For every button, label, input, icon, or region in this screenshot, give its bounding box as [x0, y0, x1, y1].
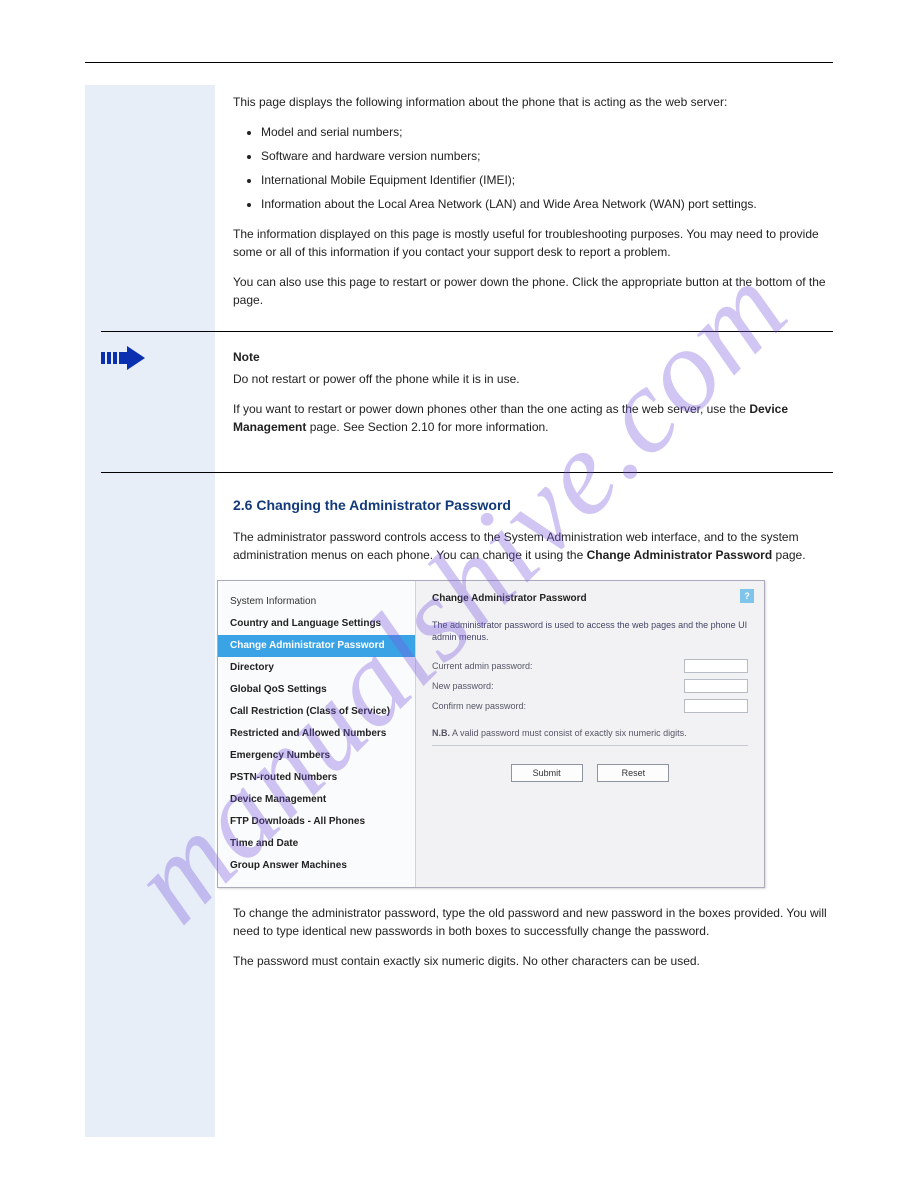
sidebar-item-ftp-downloads[interactable]: FTP Downloads - All Phones: [218, 811, 415, 833]
current-password-label: Current admin password:: [432, 660, 684, 674]
section-paragraph-3: The password must contain exactly six nu…: [233, 952, 833, 970]
field-row-current: Current admin password:: [432, 659, 748, 673]
intro-paragraph-1: This page displays the following informa…: [233, 93, 833, 111]
section-heading: 2.6 Changing the Administrator Password: [233, 495, 833, 516]
sidebar-item-device-management[interactable]: Device Management: [218, 789, 415, 811]
submit-button[interactable]: Submit: [511, 764, 583, 782]
sidebar-item-system-information[interactable]: System Information: [218, 591, 415, 613]
note-text-1: Do not restart or power off the phone wh…: [233, 370, 833, 388]
sidebar-item-restricted-allowed[interactable]: Restricted and Allowed Numbers: [218, 723, 415, 745]
intro-paragraph-2: The information displayed on this page i…: [233, 225, 833, 261]
panel-divider: [432, 745, 748, 746]
new-password-label: New password:: [432, 680, 684, 694]
intro-bullet: Information about the Local Area Network…: [261, 195, 833, 213]
note-arrow-icon: [101, 344, 151, 374]
reset-button[interactable]: Reset: [597, 764, 669, 782]
panel-button-row: Submit Reset: [432, 764, 748, 782]
field-row-new: New password:: [432, 679, 748, 693]
section-p1-emph: Change Administrator Password: [587, 548, 773, 562]
embedded-ui-figure: System Information Country and Language …: [217, 580, 765, 888]
field-row-confirm: Confirm new password:: [432, 699, 748, 713]
sidebar-item-change-admin-password[interactable]: Change Administrator Password: [218, 635, 415, 657]
sidebar-item-call-restriction[interactable]: Call Restriction (Class of Service): [218, 701, 415, 723]
current-password-input[interactable]: [684, 659, 748, 673]
confirm-password-input[interactable]: [684, 699, 748, 713]
sidebar-item-directory[interactable]: Directory: [218, 657, 415, 679]
note-block: Note Do not restart or power off the pho…: [101, 331, 833, 473]
sidebar-item-global-qos[interactable]: Global QoS Settings: [218, 679, 415, 701]
main-content: This page displays the following informa…: [215, 85, 833, 982]
note-text-2: If you want to restart or power down pho…: [233, 400, 833, 436]
panel-description: The administrator password is used to ac…: [432, 620, 748, 643]
section-p1-b: page.: [776, 548, 806, 562]
panel-note-text: A valid password must consist of exactly…: [452, 728, 687, 738]
panel-note: N.B. A valid password must consist of ex…: [432, 727, 748, 741]
sidebar-item-country-language[interactable]: Country and Language Settings: [218, 613, 415, 635]
section-paragraph-1: The administrator password controls acce…: [233, 528, 833, 564]
note-label: Note: [233, 348, 833, 366]
intro-bullet: Model and serial numbers;: [261, 123, 833, 141]
header-rule: [85, 62, 833, 63]
intro-bullet: International Mobile Equipment Identifie…: [261, 171, 833, 189]
help-icon[interactable]: ?: [740, 589, 754, 603]
sidebar-item-emergency-numbers[interactable]: Emergency Numbers: [218, 745, 415, 767]
note-text-2b: page. See Section 2.10 for more informat…: [310, 420, 549, 434]
sidebar-item-pstn-routed[interactable]: PSTN-routed Numbers: [218, 767, 415, 789]
intro-paragraph-3: You can also use this page to restart or…: [233, 273, 833, 309]
left-margin-panel: [85, 85, 215, 1137]
sidebar-item-time-date[interactable]: Time and Date: [218, 833, 415, 855]
figure-sidebar: System Information Country and Language …: [218, 581, 416, 887]
section-paragraph-2: To change the administrator password, ty…: [233, 904, 833, 940]
confirm-password-label: Confirm new password:: [432, 700, 684, 714]
note-text-2a: If you want to restart or power down pho…: [233, 402, 746, 416]
figure-main-panel: Change Administrator Password ? The admi…: [416, 581, 764, 887]
panel-note-prefix: N.B.: [432, 728, 450, 738]
intro-bullet-list: Model and serial numbers; Software and h…: [233, 123, 833, 213]
intro-bullet: Software and hardware version numbers;: [261, 147, 833, 165]
panel-title: Change Administrator Password: [432, 591, 748, 606]
sidebar-item-group-answer-machines[interactable]: Group Answer Machines: [218, 855, 415, 877]
new-password-input[interactable]: [684, 679, 748, 693]
